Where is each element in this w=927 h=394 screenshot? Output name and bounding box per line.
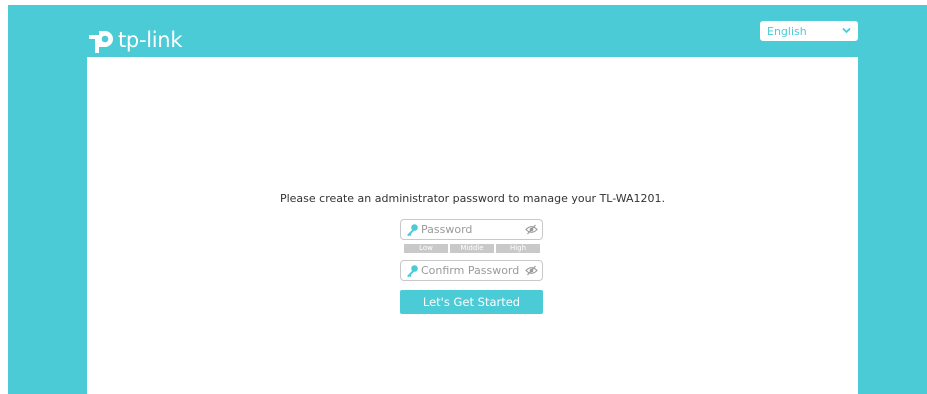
key-icon — [407, 265, 418, 278]
app-frame: tp-link English Please create an adminis… — [8, 5, 927, 394]
key-icon — [407, 224, 418, 237]
confirm-password-input[interactable] — [421, 262, 521, 279]
password-field[interactable] — [400, 219, 543, 240]
tp-link-logo: tp-link — [85, 25, 182, 57]
confirm-password-field[interactable] — [400, 260, 543, 281]
lets-get-started-button[interactable]: Let's Get Started — [400, 290, 543, 314]
strength-level-high: High — [496, 244, 540, 253]
language-selected-value: English — [767, 25, 807, 38]
password-input[interactable] — [421, 221, 521, 238]
strength-level-low: Low — [404, 244, 448, 253]
tp-link-logo-icon — [89, 31, 113, 53]
setup-prompt: Please create an administrator password … — [279, 192, 666, 205]
tp-link-logo-text: tp-link — [118, 28, 183, 52]
eye-slash-icon[interactable] — [525, 265, 538, 276]
setup-panel: Please create an administrator password … — [87, 57, 858, 394]
password-strength-meter: Low Middle High — [404, 244, 540, 253]
chevron-down-icon — [842, 27, 851, 34]
eye-slash-icon[interactable] — [525, 224, 538, 235]
strength-level-middle: Middle — [450, 244, 494, 253]
language-select[interactable]: English — [760, 21, 858, 41]
